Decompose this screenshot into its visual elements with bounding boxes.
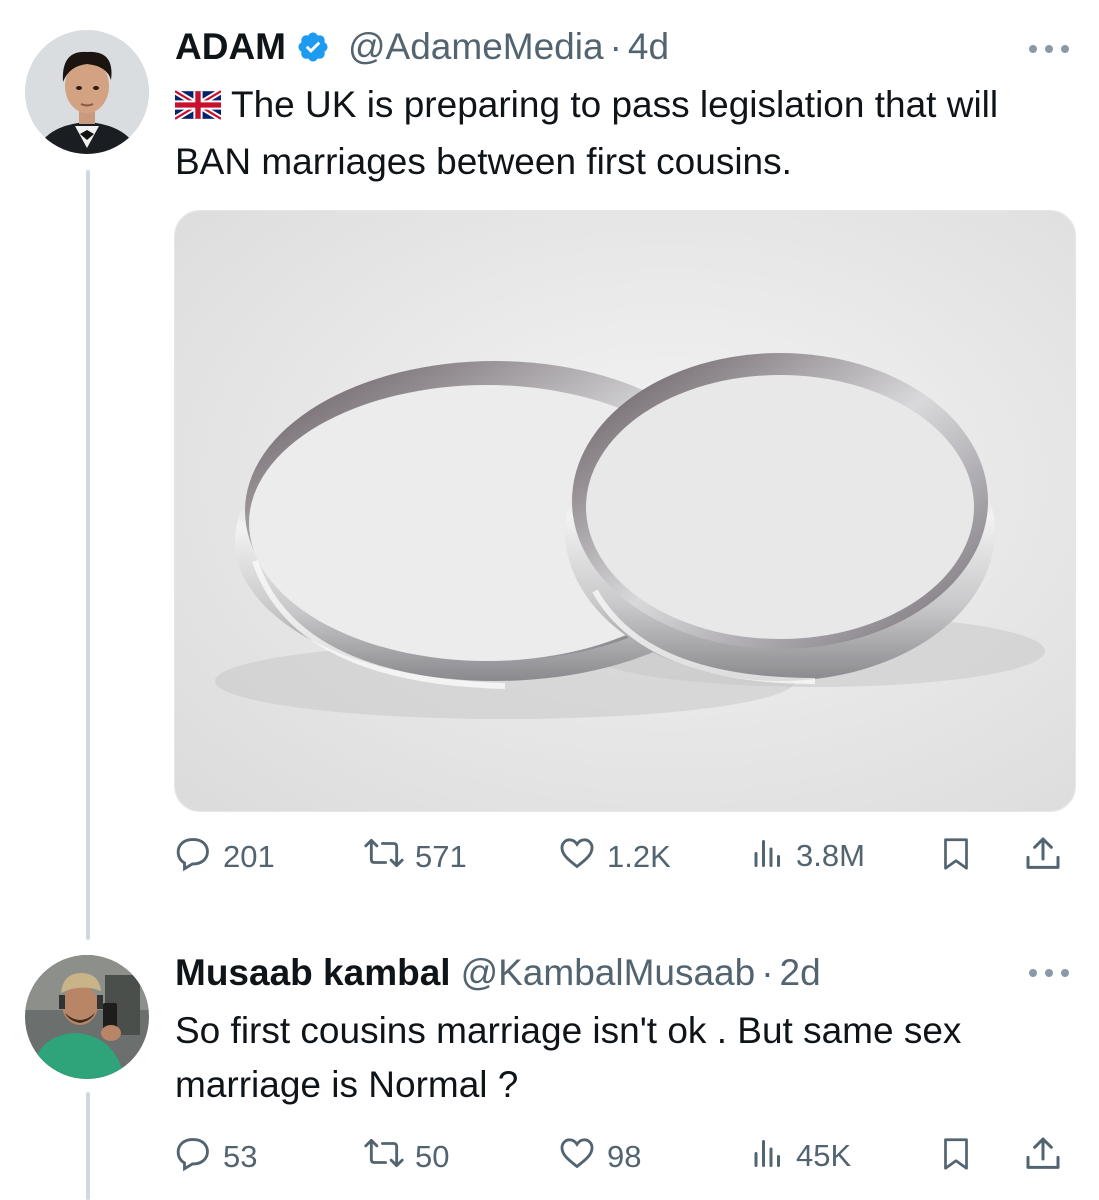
verified-badge-icon <box>296 30 330 64</box>
reply-time[interactable]: 2d <box>780 952 821 994</box>
avatar-adam[interactable] <box>25 30 149 154</box>
retweet-icon <box>363 1134 405 1180</box>
separator-dot: · <box>609 26 622 67</box>
tweet-time[interactable]: 4d <box>628 26 669 68</box>
bookmark-button[interactable] <box>938 834 974 882</box>
tweet-header: ADAM @AdameMedia · 4d <box>175 26 669 68</box>
author-handle[interactable]: @KambalMusaab <box>461 952 756 994</box>
author-name[interactable]: ADAM <box>175 26 286 68</box>
bookmark-icon <box>938 834 974 882</box>
bookmark-button[interactable] <box>938 1134 974 1182</box>
views-button[interactable]: 45K <box>750 1134 851 1178</box>
reply-count: 53 <box>223 1139 258 1174</box>
views-icon <box>750 1134 786 1178</box>
reply-count: 201 <box>223 839 275 874</box>
uk-flag-icon <box>173 81 223 135</box>
like-button[interactable]: 98 <box>557 1134 641 1180</box>
heart-icon <box>557 1134 597 1180</box>
thread-line-top <box>86 170 90 940</box>
author-handle[interactable]: @AdameMedia <box>348 26 604 68</box>
reply-header: Musaab kambal @KambalMusaab · 2d <box>175 952 821 994</box>
avatar-musaab[interactable] <box>25 955 149 1079</box>
heart-icon <box>557 834 597 880</box>
tweet-actions: 201 571 1.2K 3.8M <box>175 834 1070 884</box>
tweet-body: The UK is preparing to pass legislation … <box>175 84 999 182</box>
reply-text: So first cousins marriage isn't ok . But… <box>175 1010 962 1105</box>
views-icon <box>750 834 786 878</box>
reply-icon <box>175 1134 213 1180</box>
reply-icon <box>175 834 213 880</box>
rings-photo[interactable] <box>174 210 1076 812</box>
views-count: 3.8M <box>796 838 865 873</box>
reply-button[interactable]: 53 <box>175 1134 257 1180</box>
retweet-icon <box>363 834 405 880</box>
retweet-button[interactable]: 50 <box>363 1134 449 1180</box>
reply-button[interactable]: 201 <box>175 834 275 880</box>
bookmark-icon <box>938 1134 974 1182</box>
tweet-text: The UK is preparing to pass legislation … <box>173 78 1055 189</box>
like-button[interactable]: 1.2K <box>557 834 671 880</box>
retweet-count: 571 <box>415 839 467 874</box>
share-button[interactable] <box>1023 1134 1063 1182</box>
views-count: 45K <box>796 1138 852 1173</box>
like-count: 98 <box>607 1139 642 1174</box>
separator-dot: · <box>761 952 774 993</box>
retweet-button[interactable]: 571 <box>363 834 467 880</box>
thread-line-bottom <box>86 1092 90 1200</box>
reply-actions: 53 50 98 45K <box>175 1134 1070 1184</box>
share-icon <box>1023 834 1063 882</box>
views-button[interactable]: 3.8M <box>750 834 865 878</box>
like-count: 1.2K <box>607 839 671 874</box>
share-button[interactable] <box>1023 834 1063 882</box>
author-name[interactable]: Musaab kambal <box>175 952 451 994</box>
share-icon <box>1023 1134 1063 1182</box>
more-options-icon[interactable] <box>1029 966 1069 980</box>
retweet-count: 50 <box>415 1139 450 1174</box>
more-options-icon[interactable] <box>1029 42 1069 56</box>
